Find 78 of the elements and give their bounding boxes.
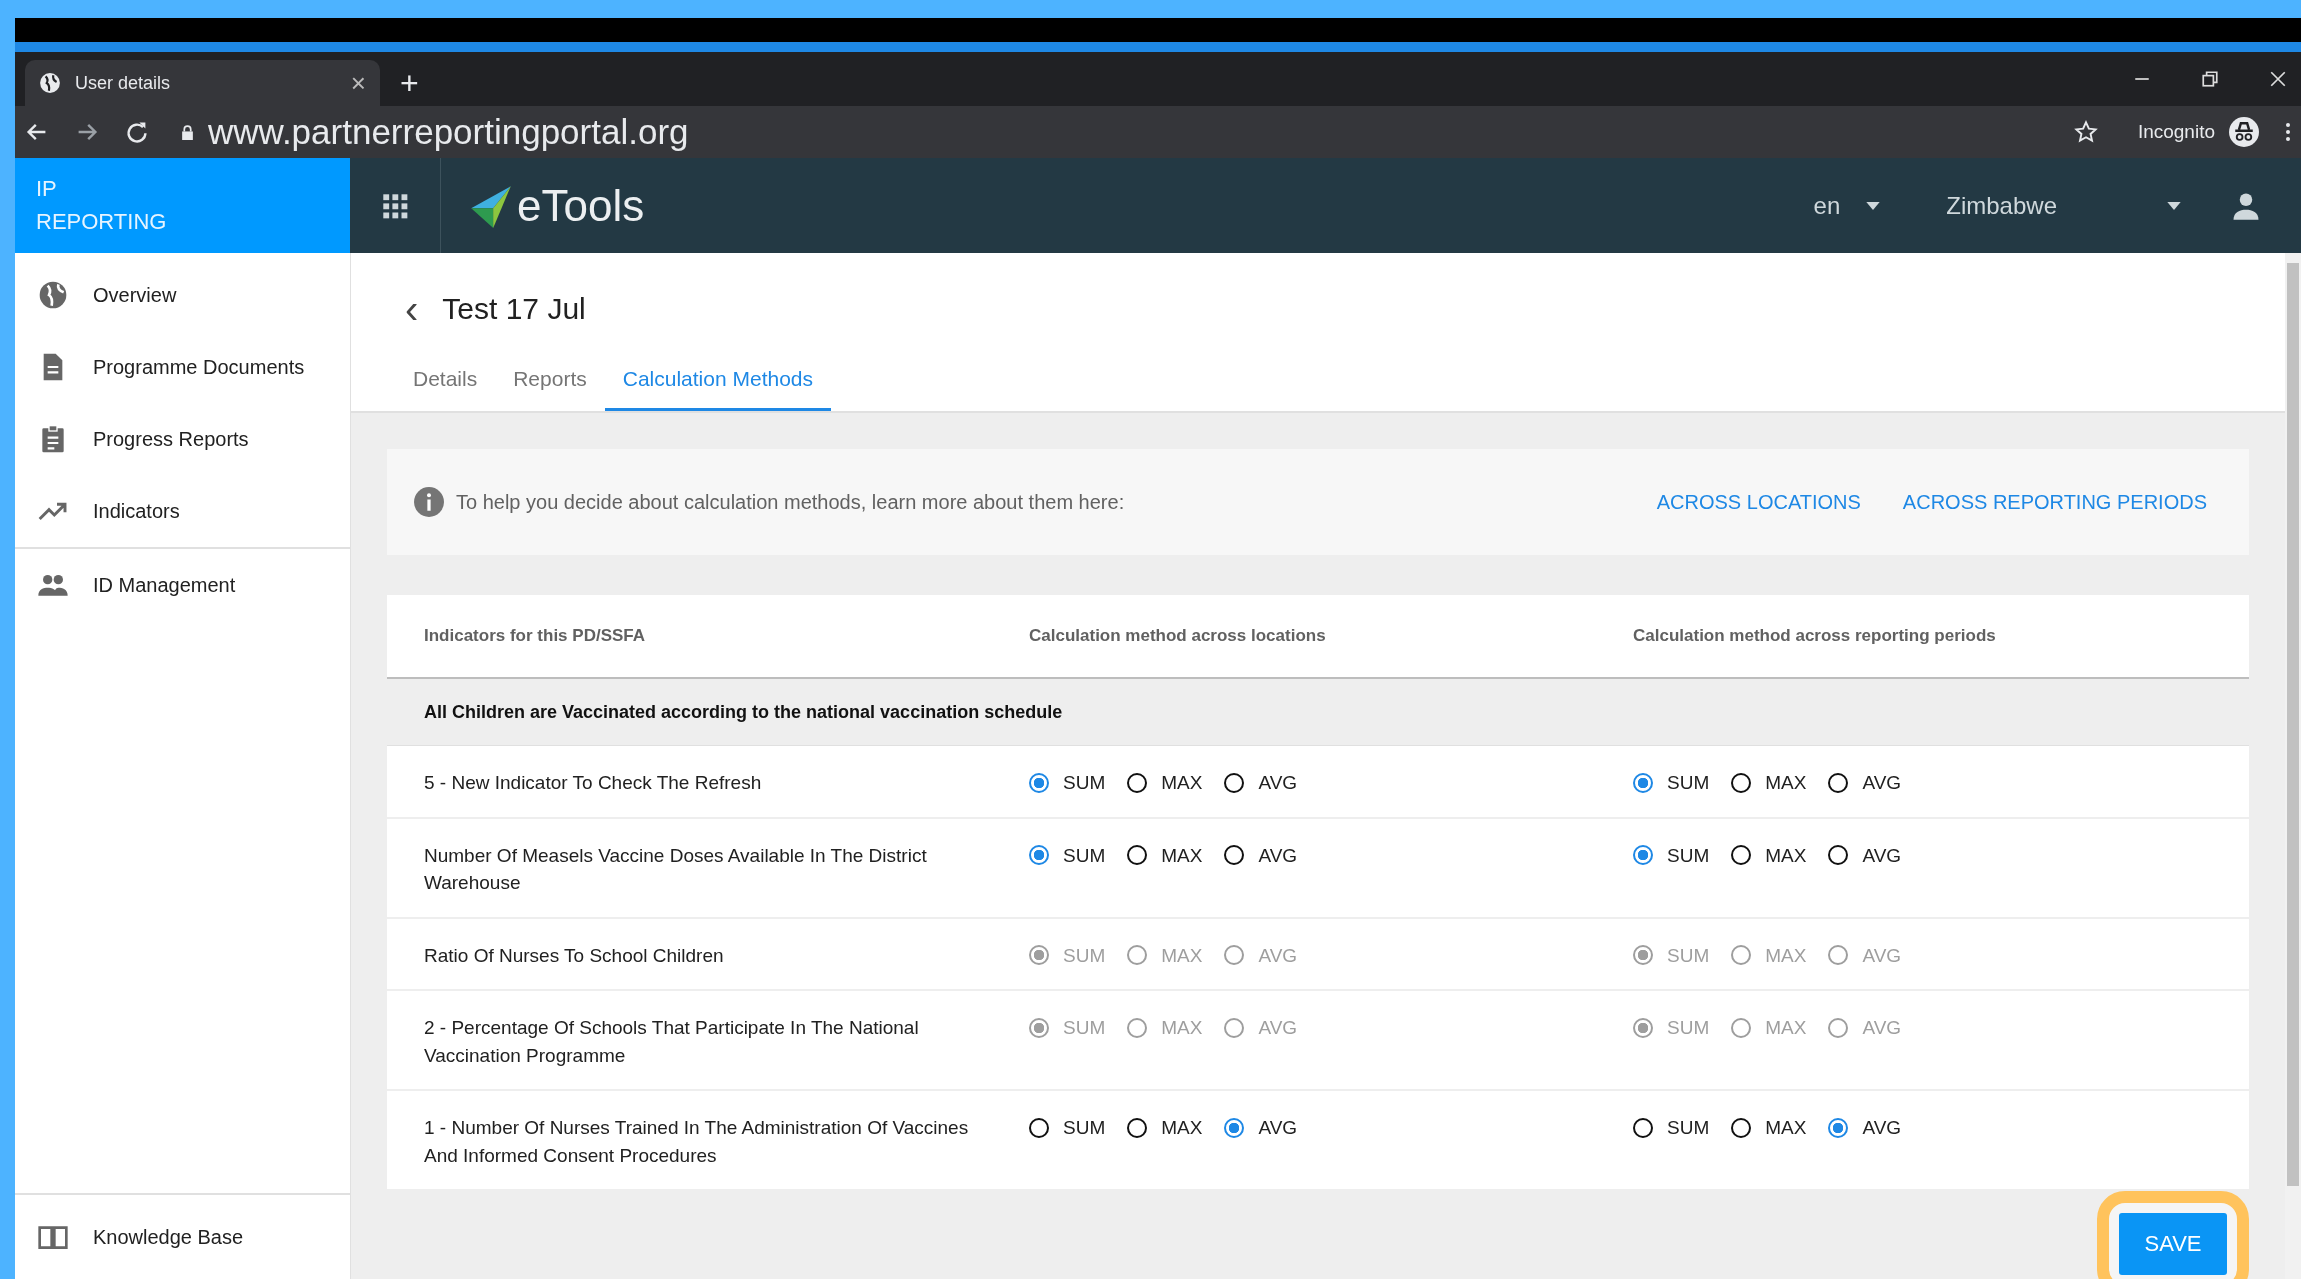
indicator-name: Number Of Measels Vaccine Doses Available In The District Warehouse bbox=[424, 843, 928, 896]
brand-text: IP bbox=[36, 177, 57, 202]
back-button[interactable]: ‹ bbox=[405, 289, 419, 329]
radio-option[interactable]: AVG bbox=[1828, 841, 1902, 870]
sidebar-item[interactable]: Knowledge Base bbox=[15, 1207, 350, 1267]
sidebar-item[interactable]: Indicators bbox=[15, 481, 350, 541]
indicator-group-title: All Children are Vaccinated according to the national vaccination schedule bbox=[424, 701, 1063, 723]
globe-icon bbox=[37, 279, 69, 311]
app-logo-text: eTools bbox=[517, 180, 645, 231]
radio-option: SUM bbox=[1633, 941, 1710, 970]
leaf-logo-icon bbox=[469, 183, 513, 228]
indicator-name: 5 - New Indicator To Check The Refresh bbox=[424, 771, 763, 795]
radio-option[interactable]: MAX bbox=[1731, 769, 1807, 797]
column-header: Calculation method across locations bbox=[1029, 626, 1327, 646]
sidebar-item[interactable]: Progress Reports bbox=[15, 409, 350, 469]
radio-option[interactable]: SUM bbox=[1029, 841, 1106, 870]
radio-option[interactable]: MAX bbox=[1731, 1114, 1807, 1142]
restore-icon[interactable] bbox=[2201, 70, 2219, 88]
info-icon bbox=[414, 487, 444, 517]
radio-option[interactable]: AVG bbox=[1224, 1114, 1298, 1142]
radio-option: AVG bbox=[1224, 1014, 1298, 1042]
language-dropdown[interactable]: en bbox=[1813, 191, 1881, 220]
tab[interactable]: Reports bbox=[495, 359, 605, 411]
close-tab-button[interactable]: × bbox=[350, 67, 366, 99]
country-dropdown[interactable]: Zimbabwe bbox=[1946, 191, 2181, 220]
caret-icon bbox=[1866, 201, 1881, 210]
radio-option: SUM bbox=[1029, 1014, 1106, 1042]
info-text: To help you decide about calculation methods, learn more about them here: bbox=[456, 490, 1125, 514]
radio-option[interactable]: SUM bbox=[1633, 841, 1710, 870]
tab-title: User details bbox=[75, 72, 172, 94]
globe-icon bbox=[39, 72, 61, 94]
browser-tab[interactable]: User details × bbox=[25, 60, 380, 106]
radio-option: SUM bbox=[1029, 941, 1106, 970]
new-tab-button[interactable]: + bbox=[400, 65, 419, 102]
radio-option[interactable]: AVG bbox=[1224, 841, 1298, 870]
caret-icon bbox=[2167, 201, 2181, 210]
indicator-name: Ratio Of Nurses To School Children bbox=[424, 943, 725, 968]
page-title: Test 17 Jul bbox=[442, 292, 586, 326]
radio-option: MAX bbox=[1127, 1014, 1203, 1042]
scrollbar-thumb[interactable] bbox=[2287, 263, 2299, 1187]
radio-option[interactable]: MAX bbox=[1127, 1114, 1203, 1142]
radio-option[interactable]: SUM bbox=[1029, 769, 1106, 797]
radio-option[interactable]: AVG bbox=[1828, 1114, 1902, 1142]
radio-option[interactable]: SUM bbox=[1633, 769, 1710, 797]
radio-option[interactable]: AVG bbox=[1224, 769, 1298, 797]
menu-icon[interactable] bbox=[2285, 121, 2291, 143]
radio-option: SUM bbox=[1633, 1014, 1710, 1042]
column-header: Calculation method across reporting periods bbox=[1633, 626, 1996, 646]
radio-option: AVG bbox=[1224, 941, 1298, 970]
url-text: www.partnerreportingportal.org bbox=[208, 112, 689, 152]
column-header: Indicators for this PD/SSFA bbox=[424, 626, 647, 646]
indicator-name: 2 - Percentage Of Schools That Participate In The National Vaccination Programme bbox=[424, 1016, 920, 1068]
radio-option[interactable]: SUM bbox=[1633, 1114, 1710, 1142]
radio-option: MAX bbox=[1731, 1014, 1807, 1042]
radio-option[interactable]: MAX bbox=[1127, 841, 1203, 870]
apps-grid-icon[interactable] bbox=[382, 192, 408, 219]
sidebar-item[interactable]: Programme Documents bbox=[15, 337, 350, 397]
incognito-icon[interactable] bbox=[2229, 117, 2259, 147]
tab[interactable]: Calculation Methods bbox=[604, 359, 831, 411]
close-icon[interactable] bbox=[2269, 70, 2287, 88]
sidebar-item[interactable]: Overview bbox=[15, 265, 350, 325]
radio-option[interactable]: MAX bbox=[1731, 841, 1807, 870]
reload-icon[interactable] bbox=[125, 120, 149, 144]
radio-option: MAX bbox=[1731, 941, 1807, 970]
radio-option[interactable]: MAX bbox=[1127, 769, 1203, 797]
radio-option: AVG bbox=[1828, 941, 1902, 970]
indicator-name: 1 - Number Of Nurses Trained In The Administration Of Vaccines And Informed Consent Procedures bbox=[424, 1116, 970, 1168]
star-icon[interactable] bbox=[2073, 120, 2098, 144]
radio-option[interactable]: AVG bbox=[1828, 769, 1902, 797]
profile-label: Incognito bbox=[2137, 121, 2215, 143]
brand-text: REPORTING bbox=[36, 209, 167, 234]
lock-icon bbox=[181, 124, 194, 140]
radio-option[interactable]: SUM bbox=[1029, 1114, 1106, 1142]
address-bar[interactable]: www.partnerreportingportal.org bbox=[175, 111, 2112, 153]
radio-option: MAX bbox=[1127, 941, 1203, 970]
sidebar-item[interactable]: ID Management bbox=[15, 555, 350, 615]
radio-option: AVG bbox=[1828, 1014, 1902, 1042]
tab[interactable]: Details bbox=[395, 359, 496, 411]
